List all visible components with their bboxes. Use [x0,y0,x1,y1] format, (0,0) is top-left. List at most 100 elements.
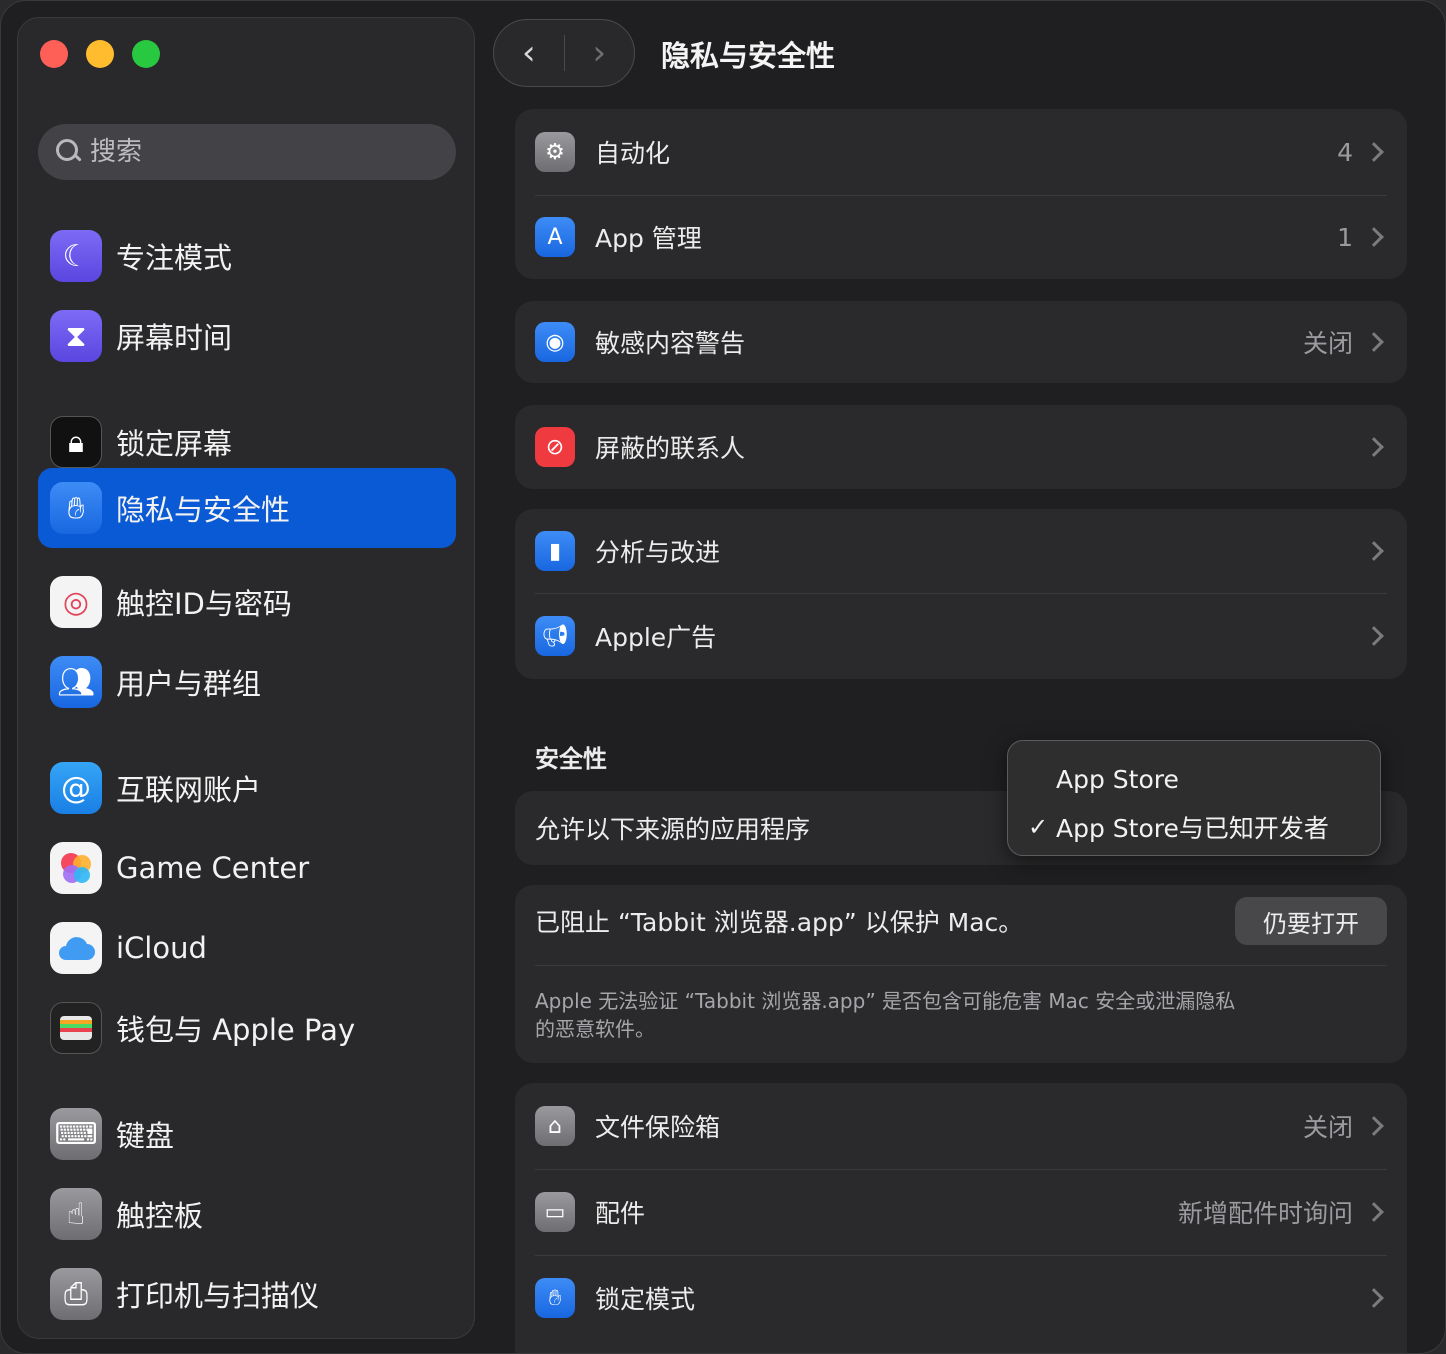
settings-window: ☾ 专注模式 ⧗ 屏幕时间 🔒︎ 锁定屏幕 ✋︎ 隐私与安全性 ◎ 触控ID与密… [0,0,1446,1354]
row-value: 1 [1337,222,1353,252]
sidebar-item-label: 触控板 [116,1199,204,1233]
chevron-right-icon [1364,1116,1384,1136]
game-center-icon [50,842,102,894]
row-value: 新增配件时询问 [1177,1199,1353,1228]
sidebar-item-label: 互联网账户 [116,773,262,807]
cloud-icon [50,922,102,974]
row-sensitive-content[interactable]: ◉ 敏感内容警告 关闭 [515,301,1407,383]
sidebar-item-label: 用户与群组 [116,667,262,701]
accessory-icon: ▭ [535,1192,575,1232]
sidebar: ☾ 专注模式 ⧗ 屏幕时间 🔒︎ 锁定屏幕 ✋︎ 隐私与安全性 ◎ 触控ID与密… [17,17,475,1339]
sidebar-item-privacy-security[interactable]: ✋︎ 隐私与安全性 [38,468,456,548]
open-anyway-button[interactable]: 仍要打开 [1235,897,1387,945]
minimize-button[interactable] [86,40,114,68]
sidebar-item-label: 触控ID与密码 [116,587,292,621]
app-source-popup-menu: App Store ✓ App Store与已知开发者 [1007,740,1381,856]
lock-screen-icon: 🔒︎ [50,416,102,468]
row-value: 4 [1337,137,1353,167]
trackpad-icon: ☝︎ [50,1188,102,1240]
megaphone-icon: 📢︎ [535,616,575,656]
card-sensitive-content: ◉ 敏感内容警告 关闭 [515,301,1407,383]
section-title-security: 安全性 [535,745,607,773]
window-controls [40,40,160,68]
moon-icon: ☾ [50,230,102,282]
sidebar-item-label: iCloud [116,931,207,965]
close-button[interactable] [40,40,68,68]
sidebar-item-wallet[interactable]: 钱包与 Apple Pay [38,988,456,1068]
eye-warning-icon: ◉ [535,322,575,362]
row-label: 文件保险箱 [595,1113,721,1142]
forward-button[interactable]: › [565,20,635,86]
at-icon: @ [50,762,102,814]
search-icon [54,137,84,167]
chevron-right-icon [1364,626,1384,646]
row-value: 关闭 [1302,329,1353,358]
hand-icon: ✋︎ [50,482,102,534]
fingerprint-icon: ◎ [50,576,102,628]
navigation-buttons: ‹ › [493,19,635,87]
users-icon: 👥︎ [50,656,102,708]
hourglass-icon: ⧗ [50,310,102,362]
blocked-icon: ⊘ [535,427,575,467]
row-label: 配件 [595,1199,646,1228]
row-automation[interactable]: ⚙︎ 自动化 4 [515,109,1407,195]
card-analytics: ▮ 分析与改进 📢︎ Apple广告 [515,509,1407,679]
zoom-button[interactable] [132,40,160,68]
sidebar-item-icloud[interactable]: iCloud [38,908,456,988]
row-label: Apple广告 [595,623,717,652]
chevron-right-icon [1364,142,1384,162]
sidebar-item-label: Game Center [116,851,310,885]
row-apple-ads[interactable]: 📢︎ Apple广告 [515,593,1407,679]
hand-icon: ✋︎ [535,1278,575,1318]
row-app-management[interactable]: A App 管理 1 [515,195,1407,279]
page-title: 隐私与安全性 [661,39,836,73]
row-analytics[interactable]: ▮ 分析与改进 [515,509,1407,593]
chevron-right-icon [1364,541,1384,561]
sidebar-item-label: 钱包与 Apple Pay [116,1013,356,1047]
sidebar-item-label: 屏幕时间 [116,321,233,355]
card-permissions: ⚙︎ 自动化 4 A App 管理 1 [515,109,1407,279]
sidebar-item-touch-id[interactable]: ◎ 触控ID与密码 [38,562,456,642]
sidebar-item-printers[interactable]: ⎙ 打印机与扫描仪 [38,1254,456,1334]
popup-option-label: App Store与已知开发者 [1056,814,1329,843]
row-label: 分析与改进 [595,538,721,567]
keyboard-icon: ⌨︎ [50,1108,102,1160]
card-security-features: ⌂ 文件保险箱 关闭 ▭ 配件 新增配件时询问 ✋︎ 锁定模式 [515,1083,1407,1353]
sidebar-item-internet-accounts[interactable]: @ 互联网账户 [38,748,456,828]
gears-icon: ⚙︎ [535,132,575,172]
chevron-right-icon [1364,1202,1384,1222]
blocked-app-description: Apple 无法验证 “Tabbit 浏览器.app” 是否包含可能危害 Mac… [535,989,1236,1041]
row-label: 自动化 [595,139,671,168]
sidebar-item-screen-time[interactable]: ⧗ 屏幕时间 [38,296,456,376]
wallet-icon [50,1002,102,1054]
vault-icon: ⌂ [535,1106,575,1146]
chevron-right-icon [1364,332,1384,352]
popup-option-app-store[interactable]: App Store [1008,755,1380,803]
row-lockdown-mode[interactable]: ✋︎ 锁定模式 [515,1255,1407,1341]
divider [535,965,1387,966]
chevron-right-icon [1364,227,1384,247]
sidebar-item-label: 专注模式 [116,241,233,275]
row-label: 屏蔽的联系人 [595,434,746,463]
search-input[interactable] [90,137,420,167]
row-accessories[interactable]: ▭ 配件 新增配件时询问 [515,1169,1407,1255]
chevron-right-icon [1364,1288,1384,1308]
popup-option-app-store-known-developers[interactable]: ✓ App Store与已知开发者 [1008,803,1380,851]
sidebar-item-keyboard[interactable]: ⌨︎ 键盘 [38,1094,456,1174]
app-store-icon: A [535,217,575,257]
chevron-right-icon [1364,437,1384,457]
row-label: 敏感内容警告 [595,329,746,358]
sidebar-item-trackpad[interactable]: ☝︎ 触控板 [38,1174,456,1254]
sidebar-item-users-groups[interactable]: 👥︎ 用户与群组 [38,642,456,722]
printer-icon: ⎙ [50,1268,102,1320]
row-blocked-contacts[interactable]: ⊘ 屏蔽的联系人 [515,405,1407,489]
sidebar-item-focus[interactable]: ☾ 专注模式 [38,216,456,296]
sidebar-item-label: 键盘 [116,1119,175,1153]
row-filevault[interactable]: ⌂ 文件保险箱 关闭 [515,1083,1407,1169]
sidebar-item-game-center[interactable]: Game Center [38,828,456,908]
row-value: 关闭 [1302,1113,1353,1142]
search-box[interactable] [38,124,456,180]
chart-icon: ▮ [535,531,575,571]
card-blocked-contacts: ⊘ 屏蔽的联系人 [515,405,1407,489]
back-button[interactable]: ‹ [494,20,564,86]
